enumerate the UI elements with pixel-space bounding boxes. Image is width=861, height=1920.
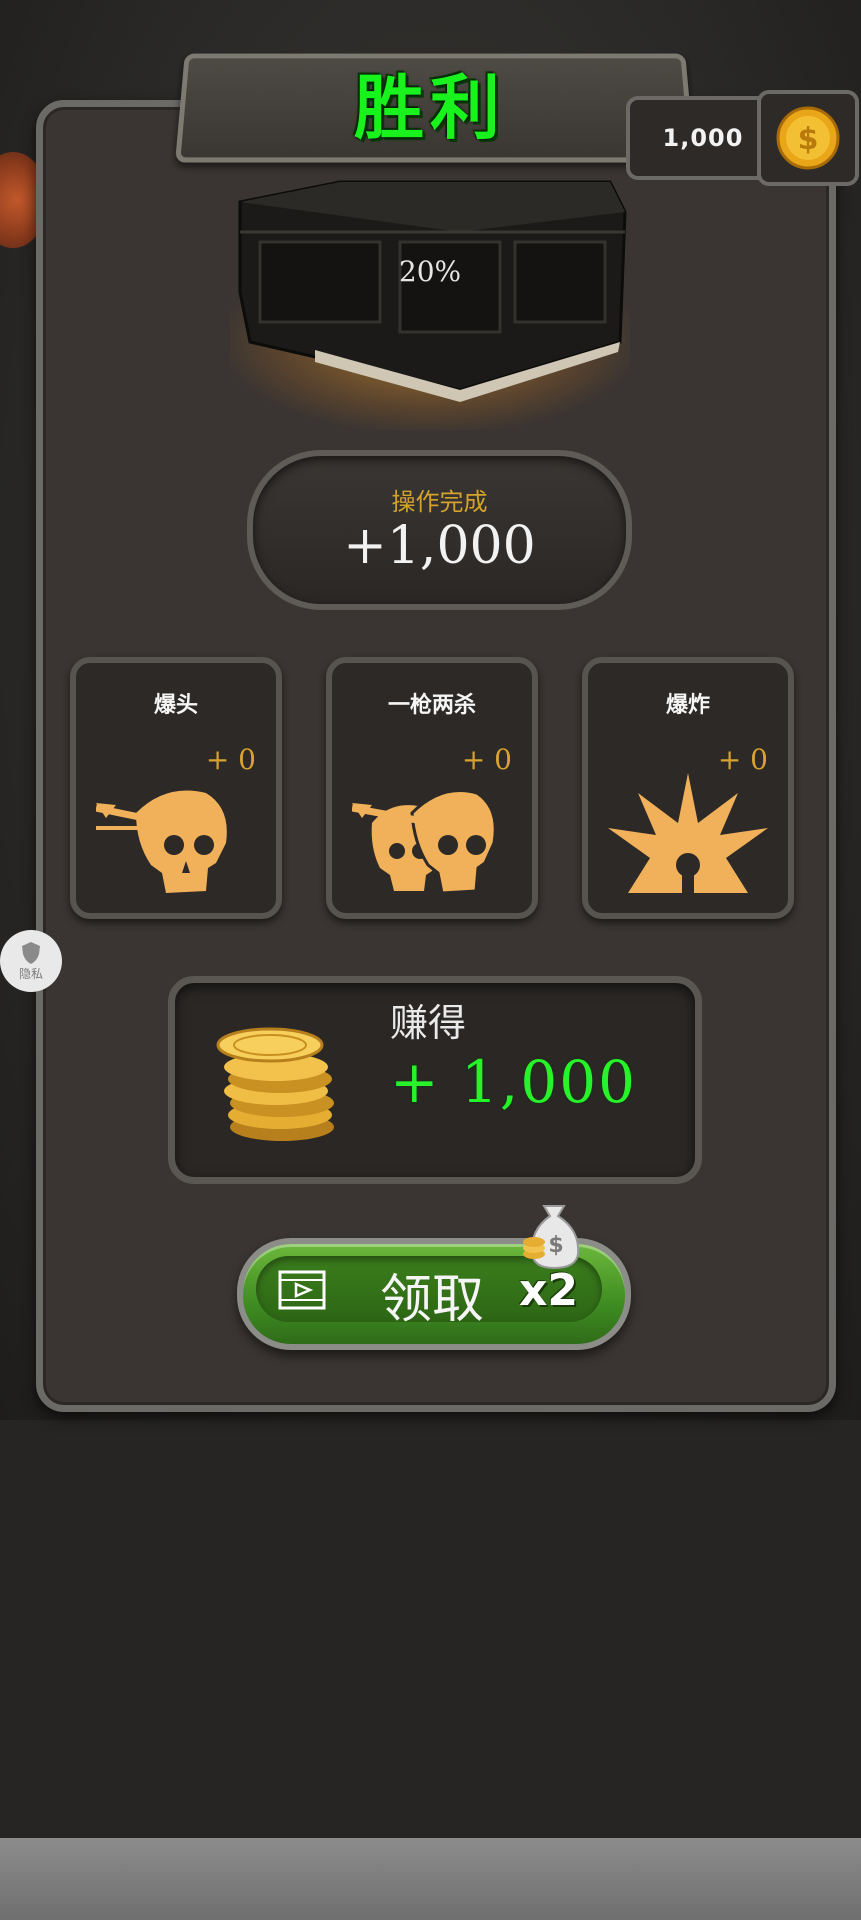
stat-title: 一枪两杀 [387,693,476,718]
privacy-label: 隐私 [18,966,43,981]
gold-coin-icon: $ [776,106,840,170]
headshot-skull-icon [96,790,227,893]
svg-text:$: $ [798,122,819,157]
earned-label: 赚得 [390,1001,467,1045]
chest-icon [238,180,627,402]
stat-card-explosion: 爆炸 + 0 [582,657,794,919]
money-bag-icon: $ [523,1205,580,1270]
stat-title: 爆炸 [665,693,710,718]
stat-bonus: + 0 [717,743,768,776]
earned-value: + 1,000 [390,1048,638,1116]
floor-strip [0,1838,861,1920]
chest-progress: 20% [398,255,462,288]
stat-card-double-kill: 一枪两杀 + 0 [326,657,538,919]
stat-title: 爆头 [153,693,198,718]
claim-label: 领取 [379,1270,484,1330]
claim-multiplier: x2 [519,1265,578,1316]
video-ad-icon [278,1270,326,1310]
explosion-icon [608,773,768,895]
svg-text:$: $ [548,1233,563,1258]
operation-value: +1,000 [343,516,536,576]
operation-label: 操作完成 [391,488,488,516]
stat-bonus: + 0 [461,743,512,776]
coin-stack-icon [216,1027,334,1141]
stat-bonus: + 0 [205,743,256,776]
add-coins-button[interactable]: $ [757,90,859,186]
stat-card-headshot: 爆头 + 0 [70,657,282,919]
shield-icon [22,941,40,964]
privacy-button[interactable]: 隐私 [0,930,62,992]
double-kill-skull-icon [352,789,497,895]
page-title: 胜利 [354,66,506,149]
